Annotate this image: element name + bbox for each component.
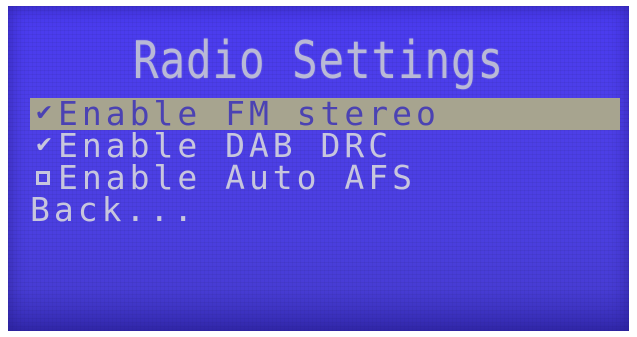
lcd-screen: Radio Settings ✔ Enable FM stereo ✔ Enab… bbox=[8, 6, 629, 331]
checkmark-icon: ✔ bbox=[34, 101, 54, 126]
checkmark-icon: ✔ bbox=[34, 133, 54, 158]
device-frame: Radio Settings ✔ Enable FM stereo ✔ Enab… bbox=[0, 0, 637, 337]
screen-title: Radio Settings bbox=[133, 31, 504, 91]
settings-menu: ✔ Enable FM stereo ✔ Enable DAB DRC Enab… bbox=[30, 97, 620, 229]
checkbox-empty-icon bbox=[36, 171, 50, 185]
back-label: Back... bbox=[30, 190, 198, 229]
screen-shadow-band bbox=[8, 289, 629, 331]
back-menu-item[interactable]: Back... bbox=[30, 190, 620, 229]
